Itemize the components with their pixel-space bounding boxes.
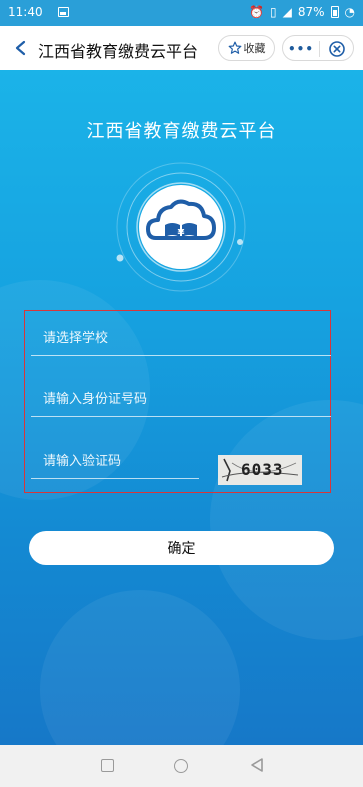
app-title: 江西省教育缴费云平台 xyxy=(86,121,277,142)
school-select[interactable]: 请选择学校 xyxy=(31,322,331,356)
system-nav-bar xyxy=(0,745,363,787)
more-icon: ••• xyxy=(288,42,315,56)
alarm-icon: ⏰ xyxy=(249,5,264,19)
favorite-button[interactable]: 收藏 xyxy=(218,35,275,61)
back-arrow-icon xyxy=(15,40,26,56)
captcha-image[interactable]: 6033 xyxy=(218,455,302,485)
star-icon xyxy=(228,41,241,54)
battery-icon xyxy=(330,6,339,18)
vibrate-icon: ▯ xyxy=(270,5,277,19)
id-number-input[interactable]: 请输入身份证号码 xyxy=(31,383,331,417)
captcha-input[interactable]: 请输入验证码 xyxy=(31,445,199,479)
signal-icon: ◢ xyxy=(282,5,292,19)
home-icon[interactable] xyxy=(174,759,188,773)
close-button[interactable] xyxy=(325,39,349,59)
confirm-button[interactable]: 确定 xyxy=(29,531,334,565)
captcha-code: 6033 xyxy=(241,460,284,479)
page-title: 江西省教育缴费云平台 xyxy=(38,42,199,61)
recent-apps-icon[interactable] xyxy=(101,759,114,772)
favorite-label: 收藏 xyxy=(243,42,266,55)
back-button[interactable] xyxy=(6,33,36,63)
svg-text:¥: ¥ xyxy=(178,228,185,239)
status-icons: ⏰ ▯ ◢ 87% ◔ xyxy=(249,5,355,19)
id-number-placeholder: 请输入身份证号码 xyxy=(43,392,148,407)
sync-icon: ◔ xyxy=(344,5,355,19)
more-button[interactable]: ••• xyxy=(288,39,315,59)
close-icon xyxy=(329,41,345,57)
capsule-divider xyxy=(319,41,320,57)
nav-back-icon[interactable] xyxy=(250,757,264,773)
school-placeholder: 请选择学校 xyxy=(43,331,109,346)
confirm-label: 确定 xyxy=(167,541,196,557)
captcha-placeholder: 请输入验证码 xyxy=(43,454,122,469)
main-content: 江西省教育缴费云平台 ¥ 请选择学校 请输入身份证号码 请输入验证码 6033 … xyxy=(0,70,363,745)
image-icon xyxy=(58,7,69,17)
cloud-book-logo-icon: ¥ xyxy=(116,162,246,292)
background-bubble xyxy=(40,590,240,745)
app-logo: ¥ xyxy=(112,158,250,296)
login-form: 请选择学校 请输入身份证号码 请输入验证码 6033 xyxy=(24,310,331,493)
battery-percent: 87% xyxy=(297,5,325,19)
status-bar: 11:40 ⏰ ▯ ◢ 87% ◔ xyxy=(0,0,363,26)
status-time: 11:40 xyxy=(8,5,43,19)
menu-capsule: ••• xyxy=(282,35,354,61)
title-bar: 江西省教育缴费云平台 收藏 ••• xyxy=(0,26,363,70)
